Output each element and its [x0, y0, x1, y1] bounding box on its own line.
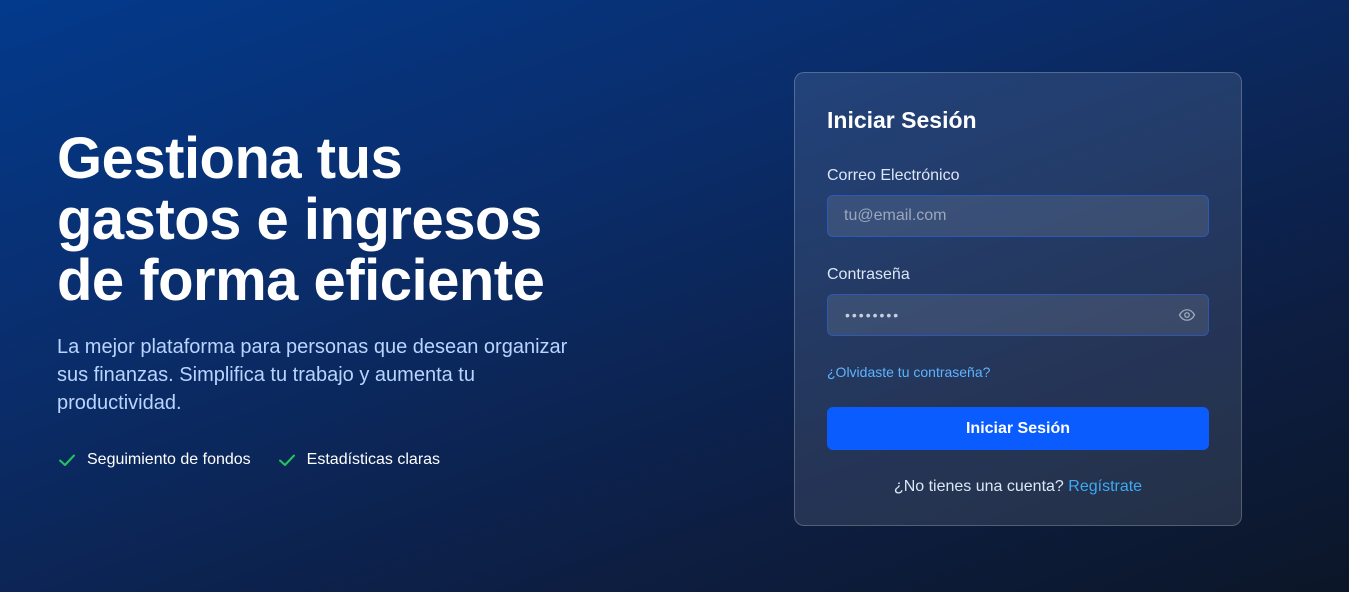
forgot-password-link[interactable]: ¿Olvidaste tu contraseña? [827, 364, 990, 380]
hero-subtitle-line: productividad. [57, 392, 182, 414]
login-submit-button[interactable]: Iniciar Sesión [827, 407, 1209, 450]
check-icon [59, 454, 75, 466]
password-label: Contraseña [827, 266, 910, 283]
check-icon [278, 454, 295, 466]
hero-title: Gestiona tus gastos e ingresos de forma … [57, 128, 637, 311]
feature-list: Seguimiento de fondos Estadísticas clara… [57, 450, 637, 470]
login-title: Iniciar Sesión [827, 107, 977, 133]
hero-subtitle-line: La mejor plataforma para personas que de… [57, 336, 568, 358]
feature-item: Estadísticas claras [277, 450, 440, 470]
hero-title-line: de forma eficiente [57, 248, 545, 313]
eye-icon[interactable] [1178, 306, 1196, 324]
email-field-wrapper [827, 195, 1209, 237]
feature-label: Estadísticas claras [306, 451, 441, 468]
hero-section: Gestiona tus gastos e ingresos de forma … [57, 128, 637, 470]
feature-label: Seguimiento de fondos [87, 451, 251, 468]
signup-prompt-text: ¿No tienes una cuenta? [893, 478, 1064, 495]
feature-item: Seguimiento de fondos [57, 450, 251, 470]
hero-subtitle: La mejor plataforma para personas que de… [57, 333, 617, 417]
hero-title-line: gastos e ingresos [57, 187, 542, 252]
password-field[interactable]: •••••••• [827, 294, 1209, 336]
hero-title-line: Gestiona tus [57, 126, 403, 191]
signup-link[interactable]: Regístrate [1068, 478, 1142, 495]
login-card: Iniciar Sesión Correo Electrónico Contra… [794, 72, 1242, 526]
email-field[interactable] [828, 196, 1208, 236]
signup-prompt: ¿No tienes una cuenta? Regístrate [827, 478, 1209, 496]
email-label: Correo Electrónico [827, 167, 960, 184]
password-mask: •••••••• [845, 307, 901, 323]
hero-subtitle-line: sus finanzas. Simplifica tu trabajo y au… [57, 364, 475, 386]
